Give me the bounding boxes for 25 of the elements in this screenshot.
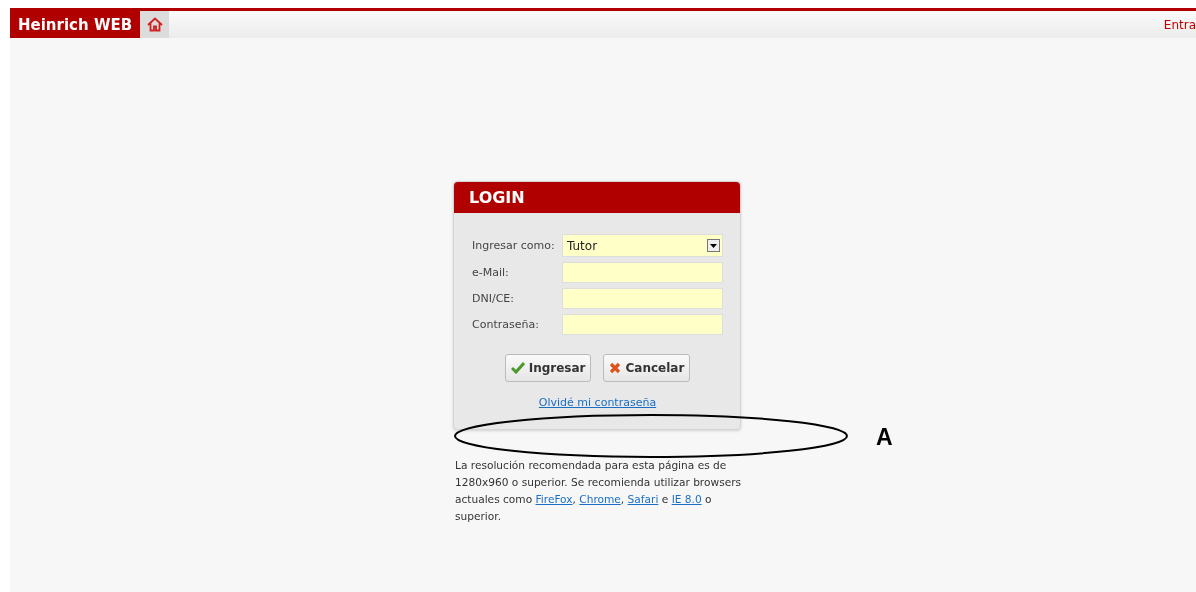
input-field[interactable] (562, 262, 723, 283)
browser-link[interactable]: Chrome (579, 493, 621, 505)
input-field[interactable] (562, 314, 723, 335)
app-title: Heinrich WEB (10, 11, 141, 38)
cross-icon (609, 362, 622, 374)
browser-link[interactable]: FireFox (535, 493, 573, 505)
cancel-button[interactable]: Cancelar (603, 354, 691, 382)
home-button[interactable] (140, 11, 170, 38)
caret-icon (707, 239, 720, 252)
forgot-password-link[interactable]: Olvidé mi contraseña (538, 396, 657, 409)
field-label: DNI/CE: (472, 292, 515, 305)
input-field[interactable] (562, 288, 723, 309)
login-link[interactable]: Entra (1163, 11, 1196, 38)
check-icon (510, 362, 525, 374)
field-label: Ingresar como: (472, 239, 556, 252)
panel-title: LOGIN (454, 182, 740, 213)
browser-link[interactable]: Safari (627, 493, 659, 505)
browser-link[interactable]: IE 8.0 (671, 493, 702, 505)
field-label: e-Mail: (472, 266, 510, 279)
role-select[interactable]: Tutor (562, 234, 723, 257)
browser-note: La resolución recomendada para esta página es de 1280x960 o superior. Se recomienda utilizar browsers actuales como FireFox, Chrome, Safari e IE 8.0 o superior. (455, 458, 743, 524)
field-label: Contraseña: (472, 318, 540, 331)
home-icon (146, 17, 163, 32)
submit-button[interactable]: Ingresar (504, 354, 592, 382)
annotation-label: A (876, 424, 893, 451)
